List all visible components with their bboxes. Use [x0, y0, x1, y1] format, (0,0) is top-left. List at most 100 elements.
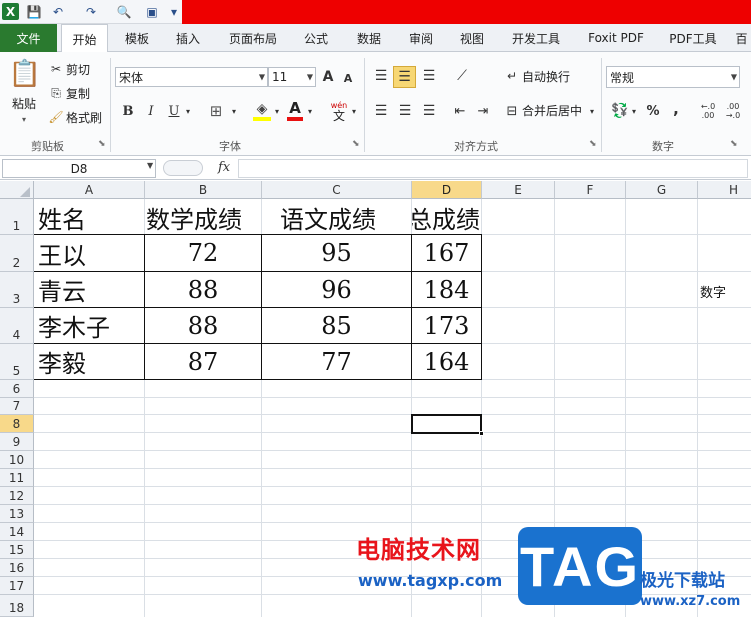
tab-developer[interactable]: 开发工具	[503, 24, 569, 52]
cell-B4[interactable]: 88	[145, 308, 262, 344]
cell-D4[interactable]: 173	[412, 308, 482, 344]
formula-bar-expander[interactable]	[163, 160, 203, 176]
align-top-icon[interactable]: ☰	[371, 66, 391, 86]
row-header[interactable]: 2	[0, 235, 34, 272]
align-left-icon[interactable]: ☰	[371, 101, 391, 121]
customize-quick-access-icon[interactable]: ▾	[168, 3, 180, 21]
border-icon[interactable]: ⊞	[207, 102, 225, 120]
clipboard-launcher-icon[interactable]: ⬊	[98, 139, 106, 149]
number-launcher-icon[interactable]: ⬊	[730, 139, 738, 149]
chevron-down-icon[interactable]: ▾	[587, 104, 597, 118]
tab-foxit-pdf[interactable]: Foxit PDF	[580, 24, 652, 52]
cell-D5[interactable]: 164	[412, 344, 482, 380]
column-header[interactable]: H	[698, 181, 751, 199]
increase-indent-icon[interactable]: ⇥	[473, 101, 493, 121]
cell-A2[interactable]: 王以	[34, 235, 145, 272]
chevron-down-icon[interactable]: ▾	[630, 104, 638, 118]
save-icon[interactable]: 💾	[26, 3, 42, 21]
fill-color-icon[interactable]: ◈	[253, 100, 271, 118]
column-header[interactable]: F	[555, 181, 626, 199]
cell-D1[interactable]: 总成绩	[412, 199, 480, 235]
cell-C4[interactable]: 85	[262, 308, 412, 344]
row-header[interactable]: 7	[0, 398, 34, 415]
tab-formulas[interactable]: 公式	[296, 24, 336, 52]
tab-more[interactable]: 百	[732, 24, 751, 52]
row-header[interactable]: 9	[0, 433, 34, 451]
excel-app-icon[interactable]: X	[2, 3, 19, 20]
tab-pdf-tools[interactable]: PDF工具	[662, 24, 724, 52]
window-icon[interactable]: ▣	[144, 3, 160, 21]
active-cell-selection[interactable]	[411, 414, 482, 434]
cell-B1[interactable]: 数学成绩	[146, 199, 242, 235]
cell-C1[interactable]: 语文成绩	[280, 199, 376, 235]
align-middle-icon[interactable]: ☰	[393, 66, 416, 88]
undo-icon[interactable]: ↶	[50, 3, 66, 21]
row-header[interactable]: 6	[0, 380, 34, 398]
cell-A4[interactable]: 李木子	[34, 308, 145, 344]
column-header[interactable]: B	[145, 181, 262, 199]
wrap-text-button[interactable]: 自动换行	[522, 69, 570, 84]
alignment-launcher-icon[interactable]: ⬊	[589, 139, 597, 149]
format-painter-button[interactable]: 格式刷	[66, 110, 102, 125]
italic-button[interactable]: I	[143, 102, 159, 120]
row-header[interactable]: 14	[0, 523, 34, 541]
chevron-down-icon[interactable]: ▾	[183, 104, 193, 118]
cell-B5[interactable]: 87	[145, 344, 262, 380]
cell-C3[interactable]: 96	[262, 272, 412, 308]
cell-A5[interactable]: 李毅	[34, 344, 145, 380]
row-header[interactable]: 5	[0, 344, 34, 380]
cut-icon[interactable]: ✂	[49, 62, 63, 76]
merge-center-button[interactable]: 合并后居中	[522, 103, 582, 118]
align-bottom-icon[interactable]: ☰	[419, 66, 439, 86]
format-painter-icon[interactable]: 🖌	[48, 110, 63, 124]
font-name-combo[interactable]: 宋体 ▼	[115, 67, 268, 87]
row-header[interactable]: 18	[0, 595, 34, 617]
increase-decimal-icon[interactable]: ←.0 .00	[697, 100, 719, 122]
row-header[interactable]: 4	[0, 308, 34, 344]
cell-A1[interactable]: 姓名	[38, 199, 86, 235]
row-header[interactable]: 3	[0, 272, 34, 308]
row-header[interactable]: 11	[0, 469, 34, 487]
copy-icon[interactable]: ⎘	[49, 86, 63, 100]
tab-home[interactable]: 开始	[61, 24, 108, 53]
align-center-icon[interactable]: ☰	[395, 101, 415, 121]
cell-D2[interactable]: 167	[412, 235, 482, 272]
comma-style-button[interactable]: ,	[669, 99, 683, 119]
shrink-font-icon[interactable]: A	[340, 69, 356, 87]
font-launcher-icon[interactable]: ⬊	[352, 139, 360, 149]
chevron-down-icon[interactable]: ▾	[272, 104, 282, 118]
align-right-icon[interactable]: ☰	[419, 101, 439, 121]
cell-D3[interactable]: 184	[412, 272, 482, 308]
tab-data[interactable]: 数据	[349, 24, 389, 52]
cell-C2[interactable]: 95	[262, 235, 412, 272]
paste-dropdown-icon[interactable]: ▾	[22, 113, 26, 125]
accounting-format-icon[interactable]: 💱	[610, 101, 630, 121]
fill-handle[interactable]	[479, 431, 484, 436]
chevron-down-icon[interactable]: ▾	[350, 104, 358, 118]
grow-font-icon[interactable]: A	[320, 67, 336, 87]
merge-center-icon[interactable]: ⊟	[504, 103, 520, 119]
tab-file[interactable]: 文件	[0, 24, 57, 52]
tab-page-layout[interactable]: 页面布局	[222, 24, 284, 52]
column-header[interactable]: G	[626, 181, 698, 199]
cell-A3[interactable]: 青云	[34, 272, 145, 308]
cell-B2[interactable]: 72	[145, 235, 262, 272]
row-header[interactable]: 8	[0, 415, 34, 433]
tab-template[interactable]: 模板	[117, 24, 157, 52]
cut-button[interactable]: 剪切	[66, 62, 90, 77]
tab-view[interactable]: 视图	[452, 24, 492, 52]
row-header[interactable]: 15	[0, 541, 34, 559]
cell-B3[interactable]: 88	[145, 272, 262, 308]
decrease-indent-icon[interactable]: ⇤	[450, 101, 470, 121]
row-header[interactable]: 16	[0, 559, 34, 577]
column-header[interactable]: C	[262, 181, 412, 199]
paste-button[interactable]: 粘贴	[12, 96, 36, 111]
formula-input[interactable]	[238, 159, 748, 178]
copy-button[interactable]: 复制	[66, 86, 90, 101]
row-header[interactable]: 12	[0, 487, 34, 505]
name-box-dropdown-icon[interactable]: ▼	[147, 161, 153, 170]
find-icon[interactable]: 🔍	[115, 3, 133, 21]
chevron-down-icon[interactable]: ▾	[305, 104, 315, 118]
orientation-icon[interactable]: ⟋	[450, 66, 474, 86]
bold-button[interactable]: B	[120, 102, 136, 120]
